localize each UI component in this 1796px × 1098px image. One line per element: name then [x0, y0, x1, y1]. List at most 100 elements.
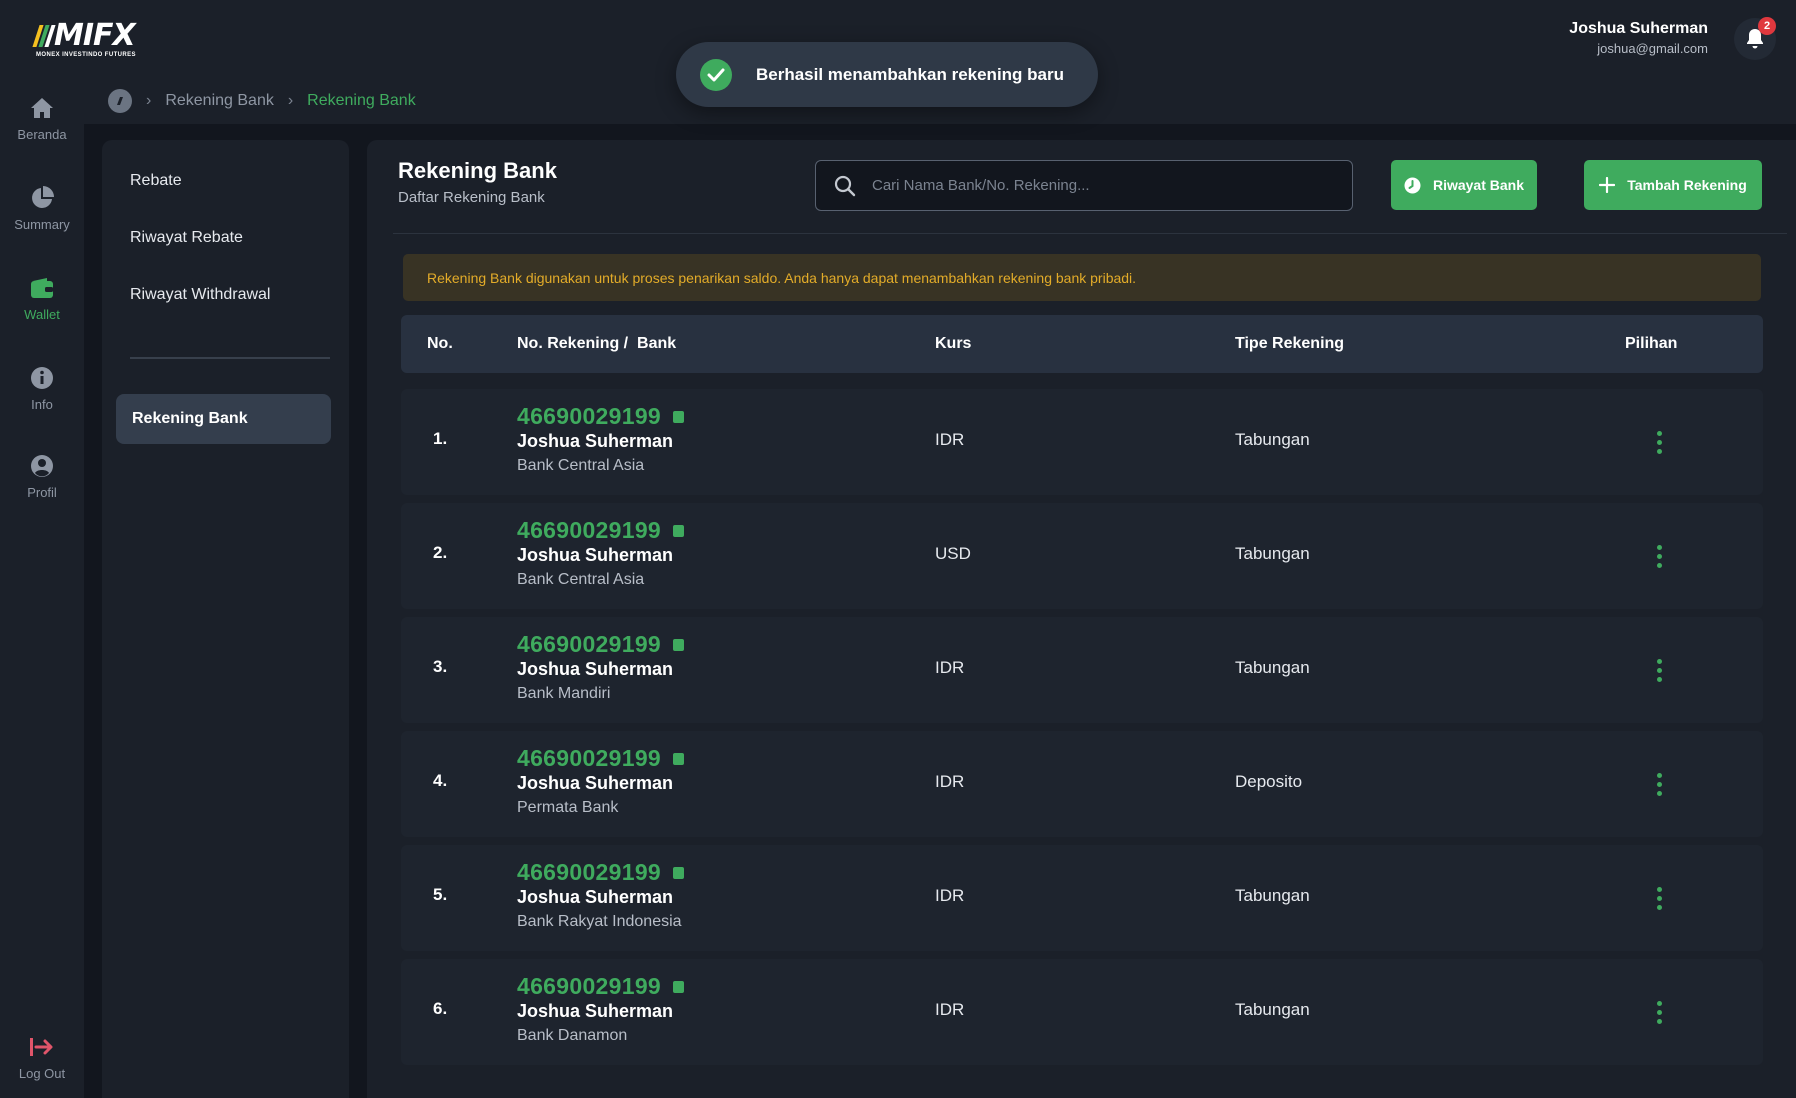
- table-row: 3. 46690029199 Joshua Suherman Bank Mand…: [401, 617, 1763, 723]
- chevron-right-icon: ›: [146, 91, 152, 109]
- breadcrumb-current: Rekening Bank: [307, 91, 416, 109]
- submenu-item-riwayat-withdrawal[interactable]: Riwayat Withdrawal: [130, 286, 270, 304]
- row-number: 5.: [433, 885, 448, 904]
- submenu-panel: Rebate Riwayat Rebate Riwayat Withdrawal…: [102, 140, 349, 1098]
- currency: IDR: [935, 430, 965, 449]
- account-holder: Joshua Suherman: [517, 1001, 674, 1021]
- copy-icon[interactable]: [673, 410, 685, 423]
- notice-text: Rekening Bank digunakan untuk proses pen…: [427, 269, 1137, 286]
- more-options-icon[interactable]: [1649, 655, 1669, 685]
- column-header-type: Tipe Rekening: [1235, 335, 1345, 352]
- logo-stripes-icon: [32, 25, 56, 47]
- rail-label: Wallet: [24, 307, 60, 322]
- rail-label: Info: [31, 397, 53, 412]
- currency: IDR: [935, 1000, 965, 1019]
- logout-button[interactable]: Log Out: [0, 1034, 84, 1081]
- rail-label: Profil: [27, 485, 57, 500]
- copy-icon[interactable]: [673, 524, 685, 537]
- page-title: Rekening Bank: [398, 158, 557, 183]
- account-holder: Joshua Suherman: [517, 887, 674, 907]
- table-row: 6. 46690029199 Joshua Suherman Bank Dana…: [401, 959, 1763, 1065]
- rail-item-beranda[interactable]: Beranda: [0, 95, 84, 142]
- account-number: 46690029199: [517, 973, 685, 1000]
- header-divider: [393, 233, 1787, 234]
- row-number: 2.: [433, 543, 448, 562]
- submenu-item-rekening-bank[interactable]: Rekening Bank: [116, 394, 331, 444]
- row-number: 4.: [433, 771, 448, 790]
- search-input[interactable]: [872, 177, 1312, 194]
- left-rail: Beranda Summary Wallet Info Profil Log O…: [0, 77, 84, 1098]
- account-type: Tabungan: [1235, 544, 1310, 563]
- submenu-divider: [130, 357, 330, 359]
- copy-icon[interactable]: [673, 980, 685, 993]
- column-header-currency: Kurs: [935, 335, 972, 352]
- logo-mark: MIFX: [32, 21, 140, 51]
- copy-icon[interactable]: [673, 866, 685, 879]
- rail-item-info[interactable]: Info: [0, 365, 84, 412]
- tambah-rekening-label: Tambah Rekening: [1627, 177, 1747, 193]
- column-header-account: No. Rekening / Bank: [517, 335, 677, 352]
- page-subtitle: Daftar Rekening Bank: [398, 189, 545, 206]
- riwayat-bank-label: Riwayat Bank: [1432, 177, 1525, 193]
- account-type: Tabungan: [1235, 886, 1310, 905]
- bank-name: Bank Mandiri: [517, 685, 611, 702]
- currency: IDR: [935, 886, 965, 905]
- copy-icon[interactable]: [673, 638, 685, 651]
- more-options-icon[interactable]: [1649, 883, 1669, 913]
- toast-message: Berhasil menambahkan rekening baru: [756, 64, 1064, 84]
- account-number: 46690029199: [517, 517, 685, 544]
- more-options-icon[interactable]: [1649, 427, 1669, 457]
- tambah-rekening-button[interactable]: Tambah Rekening: [1584, 160, 1762, 210]
- row-number: 3.: [433, 657, 448, 676]
- column-header-options: Pilihan: [1625, 335, 1678, 352]
- rail-label: Beranda: [17, 127, 67, 142]
- row-number: 1.: [433, 429, 448, 448]
- riwayat-bank-button[interactable]: Riwayat Bank: [1391, 160, 1537, 210]
- more-options-icon[interactable]: [1649, 997, 1669, 1027]
- account-holder: Joshua Suherman: [517, 545, 674, 565]
- bank-name: Bank Central Asia: [517, 571, 645, 588]
- account-number-text: 46690029199: [517, 859, 662, 885]
- account-type: Tabungan: [1235, 430, 1310, 449]
- more-options-icon[interactable]: [1649, 541, 1669, 571]
- search-box[interactable]: [815, 160, 1353, 211]
- submenu-item-rebate[interactable]: Rebate: [130, 172, 182, 190]
- more-options-icon[interactable]: [1649, 769, 1669, 799]
- column-header-no: No.: [427, 335, 453, 352]
- copy-icon[interactable]: [673, 752, 685, 765]
- rail-item-profil[interactable]: Profil: [0, 453, 84, 500]
- history-icon: [1404, 177, 1421, 193]
- info-icon: [29, 365, 55, 391]
- breadcrumb-home-icon[interactable]: [108, 88, 132, 113]
- submenu-item-riwayat-rebate[interactable]: Riwayat Rebate: [130, 229, 243, 247]
- user-circle-icon: [29, 453, 55, 479]
- rail-item-wallet[interactable]: Wallet: [0, 275, 84, 322]
- plus-icon: [1599, 177, 1616, 193]
- account-number-text: 46690029199: [517, 403, 662, 429]
- main-panel: Rekening Bank Daftar Rekening Bank Riway…: [367, 140, 1796, 1098]
- logout-label: Log Out: [18, 1066, 66, 1081]
- table-row: 2. 46690029199 Joshua Suherman Bank Cent…: [401, 503, 1763, 609]
- notification-button[interactable]: 2: [1734, 17, 1776, 60]
- account-number: 46690029199: [517, 403, 685, 430]
- logo-subtitle: MONEX INVESTINDO FUTURES: [36, 52, 136, 58]
- home-icon: [29, 95, 55, 121]
- account-number-text: 46690029199: [517, 973, 662, 999]
- bank-name: Bank Danamon: [517, 1027, 628, 1044]
- user-email: joshua@gmail.com: [1597, 41, 1708, 56]
- table-row: 5. 46690029199 Joshua Suherman Bank Raky…: [401, 845, 1763, 951]
- account-number: 46690029199: [517, 859, 685, 886]
- account-holder: Joshua Suherman: [517, 659, 674, 679]
- success-toast: Berhasil menambahkan rekening baru: [676, 42, 1098, 107]
- wallet-icon: [29, 275, 55, 301]
- currency: IDR: [935, 772, 965, 791]
- account-number: 46690029199: [517, 631, 685, 658]
- breadcrumb-item[interactable]: Rekening Bank: [165, 92, 274, 110]
- logout-icon: [29, 1034, 55, 1060]
- user-info[interactable]: Joshua Suherman joshua@gmail.com: [1569, 20, 1708, 56]
- submenu-active-label: Rekening Bank: [132, 410, 248, 427]
- mifx-logo[interactable]: MIFX MONEX INVESTINDO FUTURES: [32, 21, 140, 58]
- account-number-text: 46690029199: [517, 631, 662, 657]
- account-number-text: 46690029199: [517, 745, 662, 771]
- rail-item-summary[interactable]: Summary: [0, 185, 84, 232]
